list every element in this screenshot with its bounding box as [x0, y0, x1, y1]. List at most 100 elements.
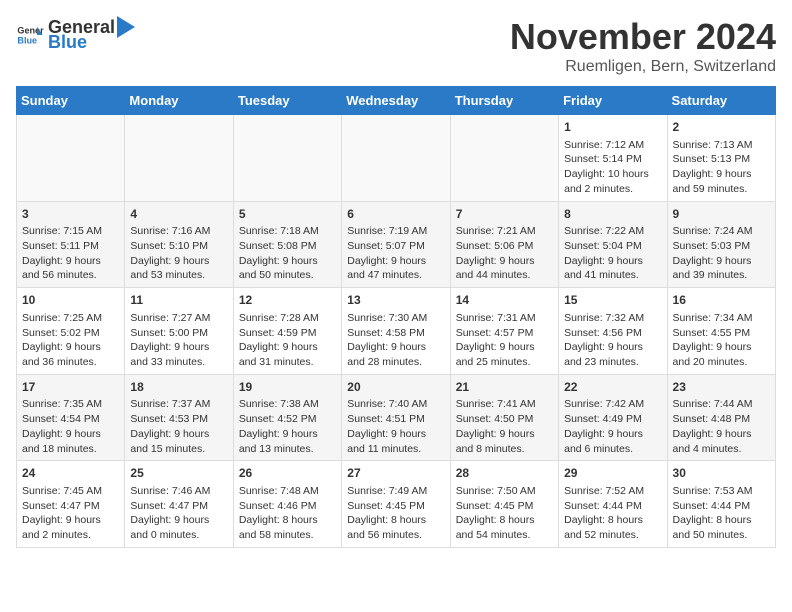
cell-content-line: Sunset: 5:03 PM	[673, 239, 770, 254]
day-number: 22	[564, 379, 661, 396]
cell-content-line: Sunrise: 7:46 AM	[130, 484, 227, 499]
cell-content-line: Sunrise: 7:13 AM	[673, 138, 770, 153]
calendar-header-row: SundayMondayTuesdayWednesdayThursdayFrid…	[17, 87, 776, 115]
cell-content-line: and 31 minutes.	[239, 355, 336, 370]
cell-content-line: Sunrise: 7:22 AM	[564, 224, 661, 239]
cell-content-line: and 8 minutes.	[456, 442, 553, 457]
day-number: 21	[456, 379, 553, 396]
cell-content-line: Sunrise: 7:50 AM	[456, 484, 553, 499]
calendar-cell: 25Sunrise: 7:46 AMSunset: 4:47 PMDayligh…	[125, 461, 233, 548]
cell-content-line: and 53 minutes.	[130, 268, 227, 283]
cell-content-line: and 41 minutes.	[564, 268, 661, 283]
calendar-cell: 7Sunrise: 7:21 AMSunset: 5:06 PMDaylight…	[450, 201, 558, 288]
cell-content-line: Daylight: 9 hours	[347, 340, 444, 355]
calendar-cell: 21Sunrise: 7:41 AMSunset: 4:50 PMDayligh…	[450, 374, 558, 461]
calendar-cell: 19Sunrise: 7:38 AMSunset: 4:52 PMDayligh…	[233, 374, 341, 461]
cell-content-line: and 6 minutes.	[564, 442, 661, 457]
day-number: 1	[564, 119, 661, 136]
cell-content-line: and 15 minutes.	[130, 442, 227, 457]
cell-content-line: Sunrise: 7:34 AM	[673, 311, 770, 326]
cell-content-line: Sunset: 5:07 PM	[347, 239, 444, 254]
weekday-header-tuesday: Tuesday	[233, 87, 341, 115]
weekday-header-wednesday: Wednesday	[342, 87, 450, 115]
cell-content-line: Daylight: 9 hours	[347, 427, 444, 442]
day-number: 2	[673, 119, 770, 136]
cell-content-line: Sunset: 4:47 PM	[22, 499, 119, 514]
calendar-cell: 6Sunrise: 7:19 AMSunset: 5:07 PMDaylight…	[342, 201, 450, 288]
cell-content-line: Daylight: 8 hours	[673, 513, 770, 528]
cell-content-line: Sunrise: 7:12 AM	[564, 138, 661, 153]
cell-content-line: Sunset: 4:52 PM	[239, 412, 336, 427]
calendar-cell: 2Sunrise: 7:13 AMSunset: 5:13 PMDaylight…	[667, 115, 775, 202]
calendar-cell	[342, 115, 450, 202]
day-number: 17	[22, 379, 119, 396]
cell-content-line: and 11 minutes.	[347, 442, 444, 457]
calendar-cell	[233, 115, 341, 202]
cell-content-line: and 2 minutes.	[22, 528, 119, 543]
day-number: 25	[130, 465, 227, 482]
calendar-cell: 23Sunrise: 7:44 AMSunset: 4:48 PMDayligh…	[667, 374, 775, 461]
cell-content-line: Daylight: 9 hours	[347, 254, 444, 269]
calendar-cell: 1Sunrise: 7:12 AMSunset: 5:14 PMDaylight…	[559, 115, 667, 202]
day-number: 10	[22, 292, 119, 309]
cell-content-line: Daylight: 9 hours	[673, 340, 770, 355]
day-number: 5	[239, 206, 336, 223]
logo-icon: General Blue	[16, 21, 44, 49]
cell-content-line: Daylight: 9 hours	[456, 254, 553, 269]
cell-content-line: and 25 minutes.	[456, 355, 553, 370]
cell-content-line: Daylight: 9 hours	[673, 167, 770, 182]
cell-content-line: Sunset: 5:00 PM	[130, 326, 227, 341]
cell-content-line: Sunrise: 7:52 AM	[564, 484, 661, 499]
day-number: 13	[347, 292, 444, 309]
day-number: 9	[673, 206, 770, 223]
calendar-cell: 16Sunrise: 7:34 AMSunset: 4:55 PMDayligh…	[667, 288, 775, 375]
calendar-cell: 17Sunrise: 7:35 AMSunset: 4:54 PMDayligh…	[17, 374, 125, 461]
cell-content-line: Sunset: 4:59 PM	[239, 326, 336, 341]
cell-content-line: and 50 minutes.	[239, 268, 336, 283]
cell-content-line: Sunset: 4:54 PM	[22, 412, 119, 427]
cell-content-line: Daylight: 9 hours	[130, 513, 227, 528]
calendar-cell: 27Sunrise: 7:49 AMSunset: 4:45 PMDayligh…	[342, 461, 450, 548]
cell-content-line: Sunrise: 7:40 AM	[347, 397, 444, 412]
cell-content-line: Sunrise: 7:18 AM	[239, 224, 336, 239]
cell-content-line: and 56 minutes.	[22, 268, 119, 283]
cell-content-line: Sunrise: 7:44 AM	[673, 397, 770, 412]
cell-content-line: Daylight: 9 hours	[673, 427, 770, 442]
cell-content-line: and 18 minutes.	[22, 442, 119, 457]
location-subtitle: Ruemligen, Bern, Switzerland	[510, 58, 776, 76]
calendar-week-row: 1Sunrise: 7:12 AMSunset: 5:14 PMDaylight…	[17, 115, 776, 202]
cell-content-line: Daylight: 9 hours	[456, 427, 553, 442]
calendar-cell: 4Sunrise: 7:16 AMSunset: 5:10 PMDaylight…	[125, 201, 233, 288]
cell-content-line: and 47 minutes.	[347, 268, 444, 283]
calendar-cell: 12Sunrise: 7:28 AMSunset: 4:59 PMDayligh…	[233, 288, 341, 375]
calendar-week-row: 17Sunrise: 7:35 AMSunset: 4:54 PMDayligh…	[17, 374, 776, 461]
cell-content-line: Sunrise: 7:28 AM	[239, 311, 336, 326]
cell-content-line: and 13 minutes.	[239, 442, 336, 457]
weekday-header-sunday: Sunday	[17, 87, 125, 115]
cell-content-line: Sunrise: 7:32 AM	[564, 311, 661, 326]
cell-content-line: Daylight: 9 hours	[239, 254, 336, 269]
day-number: 11	[130, 292, 227, 309]
cell-content-line: Daylight: 8 hours	[239, 513, 336, 528]
cell-content-line: Sunrise: 7:49 AM	[347, 484, 444, 499]
cell-content-line: Sunrise: 7:15 AM	[22, 224, 119, 239]
calendar-cell: 11Sunrise: 7:27 AMSunset: 5:00 PMDayligh…	[125, 288, 233, 375]
calendar-cell: 28Sunrise: 7:50 AMSunset: 4:45 PMDayligh…	[450, 461, 558, 548]
cell-content-line: Daylight: 9 hours	[130, 427, 227, 442]
cell-content-line: Daylight: 9 hours	[673, 254, 770, 269]
cell-content-line: Sunset: 4:48 PM	[673, 412, 770, 427]
cell-content-line: Sunset: 5:06 PM	[456, 239, 553, 254]
day-number: 14	[456, 292, 553, 309]
cell-content-line: and 23 minutes.	[564, 355, 661, 370]
cell-content-line: Daylight: 8 hours	[564, 513, 661, 528]
cell-content-line: Sunrise: 7:27 AM	[130, 311, 227, 326]
calendar-cell	[450, 115, 558, 202]
day-number: 30	[673, 465, 770, 482]
calendar-cell: 9Sunrise: 7:24 AMSunset: 5:03 PMDaylight…	[667, 201, 775, 288]
cell-content-line: Daylight: 8 hours	[347, 513, 444, 528]
cell-content-line: Daylight: 9 hours	[22, 254, 119, 269]
day-number: 29	[564, 465, 661, 482]
cell-content-line: Daylight: 9 hours	[22, 427, 119, 442]
calendar-cell: 29Sunrise: 7:52 AMSunset: 4:44 PMDayligh…	[559, 461, 667, 548]
cell-content-line: Sunset: 4:55 PM	[673, 326, 770, 341]
